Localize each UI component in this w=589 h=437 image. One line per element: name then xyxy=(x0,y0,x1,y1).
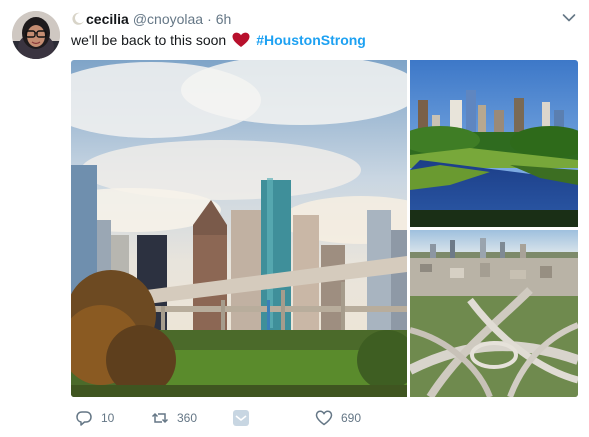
reply-icon xyxy=(76,411,92,426)
houston-highway-aerial-photo[interactable] xyxy=(410,230,578,397)
chevron-down-icon[interactable] xyxy=(562,13,576,23)
tweet: cecilia @cnoyolaa · 6h we'll be back to … xyxy=(0,0,589,437)
like-count: 690 xyxy=(341,411,362,425)
avatar[interactable] xyxy=(12,11,60,59)
houston-skyline-photo[interactable] xyxy=(71,60,407,397)
retweet-button[interactable]: 360 xyxy=(151,408,197,428)
timestamp[interactable]: 6h xyxy=(216,11,232,27)
reply-count: 10 xyxy=(101,411,115,425)
direct-message-button[interactable] xyxy=(232,408,258,428)
user-handle[interactable]: @cnoyolaa xyxy=(133,11,203,27)
direct-message-icon xyxy=(233,410,249,426)
reply-button[interactable]: 10 xyxy=(75,408,114,428)
crescent-moon-icon xyxy=(72,12,84,25)
tweet-text: we'll be back to this soon #HoustonStron… xyxy=(71,31,366,49)
red-heart-icon xyxy=(232,32,250,47)
tweet-text-body: we'll be back to this soon xyxy=(71,32,227,48)
separator-dot: · xyxy=(207,11,212,27)
media-grid xyxy=(71,60,578,397)
tweet-actions: 10 360 690 xyxy=(71,408,531,428)
houston-skyline-bayou-photo[interactable] xyxy=(410,60,578,227)
hashtag-link[interactable]: #HoustonStrong xyxy=(256,31,366,49)
like-button[interactable]: 690 xyxy=(315,408,361,428)
retweet-icon xyxy=(151,412,169,424)
heart-outline-icon xyxy=(315,410,333,426)
retweet-count: 360 xyxy=(177,411,198,425)
display-name[interactable]: cecilia xyxy=(86,11,129,27)
tweet-header: cecilia @cnoyolaa · 6h xyxy=(71,10,231,28)
